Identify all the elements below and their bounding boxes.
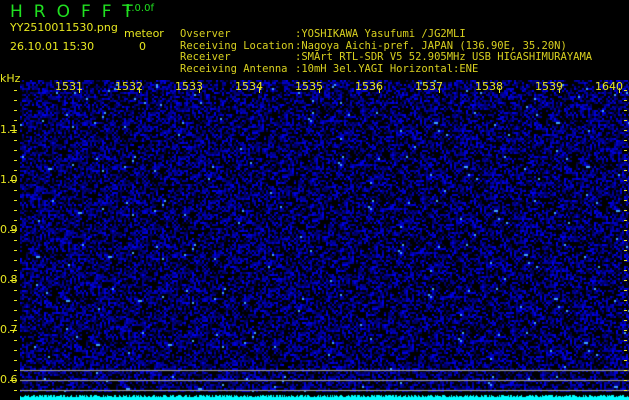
info-label: Ovserver xyxy=(180,28,231,40)
y-minor-tick-right xyxy=(624,290,627,291)
y-minor-tick xyxy=(14,180,17,181)
y-minor-tick xyxy=(14,200,17,201)
info-label: Receiver xyxy=(180,51,231,63)
y-minor-tick xyxy=(14,380,17,381)
y-minor-tick-right xyxy=(624,260,627,261)
app-title: HROFFT xyxy=(10,2,144,22)
y-minor-tick-right xyxy=(624,100,627,101)
meteor-label: meteor xyxy=(124,27,164,40)
y-minor-tick xyxy=(14,220,17,221)
y-minor-tick-right xyxy=(624,340,627,341)
y-minor-tick-right xyxy=(624,270,627,271)
y-minor-tick-right xyxy=(624,210,627,211)
y-minor-tick xyxy=(14,290,17,291)
y-minor-tick-right xyxy=(624,230,627,231)
info-value: :SMArt RTL-SDR V5 52.905MHz USB HIGASHIM… xyxy=(295,51,593,63)
y-minor-tick xyxy=(14,210,17,211)
y-minor-tick xyxy=(14,350,17,351)
info-label: Receiving Antenna xyxy=(180,62,288,75)
freq-tick xyxy=(139,88,140,93)
file-name: YY2510011530.png xyxy=(10,21,118,34)
y-minor-tick-right xyxy=(624,130,627,131)
y-minor-tick-right xyxy=(624,390,627,391)
freq-tick xyxy=(499,88,500,93)
y-minor-tick-right xyxy=(624,160,627,161)
y-minor-tick xyxy=(14,240,17,241)
y-minor-tick-right xyxy=(624,310,627,311)
y-minor-tick xyxy=(14,130,17,131)
y-minor-tick xyxy=(14,140,17,141)
y-minor-tick-right xyxy=(624,180,627,181)
y-minor-tick xyxy=(14,250,17,251)
y-minor-tick-right xyxy=(624,190,627,191)
y-minor-tick xyxy=(14,270,17,271)
info-row: Receiving Antenna :10mH 3el.YAGI Horizont… xyxy=(180,62,592,76)
y-minor-tick xyxy=(14,190,17,191)
y-minor-tick-right xyxy=(624,120,627,121)
y-minor-tick xyxy=(14,230,17,231)
y-minor-tick-right xyxy=(624,380,627,381)
y-minor-tick-right xyxy=(624,350,627,351)
app-version: 1.0.0f xyxy=(125,3,154,14)
y-minor-tick-right xyxy=(624,220,627,221)
y-minor-tick-right xyxy=(624,90,627,91)
y-minor-tick-right xyxy=(624,280,627,281)
y-minor-tick-right xyxy=(624,110,627,111)
y-minor-tick xyxy=(14,100,17,101)
meteor-count: 0 xyxy=(139,40,146,53)
y-minor-tick-right xyxy=(624,170,627,171)
y-minor-tick xyxy=(14,160,17,161)
y-minor-tick-right xyxy=(624,300,627,301)
file-datetime: 26.10.01 15:30 xyxy=(10,40,95,53)
y-minor-tick xyxy=(14,150,17,151)
y-minor-tick xyxy=(14,170,17,171)
freq-tick xyxy=(319,88,320,93)
y-minor-tick-right xyxy=(624,200,627,201)
y-minor-tick xyxy=(14,310,17,311)
y-minor-tick xyxy=(14,120,17,121)
y-minor-tick xyxy=(14,330,17,331)
y-axis-unit: kHz xyxy=(0,72,21,85)
y-minor-tick-right xyxy=(624,360,627,361)
y-minor-tick xyxy=(14,320,17,321)
freq-tick xyxy=(619,88,620,93)
freq-tick xyxy=(379,88,380,93)
y-minor-tick xyxy=(14,90,17,91)
y-minor-tick-right xyxy=(624,250,627,251)
freq-tick xyxy=(439,88,440,93)
station-info: Ovserver :YOSHIKAWA Yasufumi /JG2MLI Recei… xyxy=(180,6,592,87)
info-value: :Nagoya Aichi-pref. JAPAN (136.90E, 35.2… xyxy=(295,39,567,52)
y-minor-tick-right xyxy=(624,330,627,331)
freq-tick xyxy=(259,88,260,93)
y-minor-tick-right xyxy=(624,140,627,141)
y-minor-tick xyxy=(14,360,17,361)
y-minor-tick xyxy=(14,110,17,111)
freq-tick xyxy=(79,88,80,93)
y-minor-tick-right xyxy=(624,240,627,241)
y-minor-tick xyxy=(14,260,17,261)
info-value: :10mH 3el.YAGI Horizontal:ENE xyxy=(295,62,479,75)
y-minor-tick xyxy=(14,340,17,341)
y-minor-tick xyxy=(14,370,17,371)
y-minor-tick xyxy=(14,280,17,281)
freq-tick xyxy=(199,88,200,93)
y-minor-tick xyxy=(14,390,17,391)
y-minor-tick-right xyxy=(624,150,627,151)
y-minor-tick-right xyxy=(624,320,627,321)
y-minor-tick-right xyxy=(624,370,627,371)
spectrogram-waterfall xyxy=(20,80,629,400)
freq-tick xyxy=(559,88,560,93)
y-minor-tick xyxy=(14,300,17,301)
info-value: :YOSHIKAWA Yasufumi /JG2MLI xyxy=(295,28,466,40)
